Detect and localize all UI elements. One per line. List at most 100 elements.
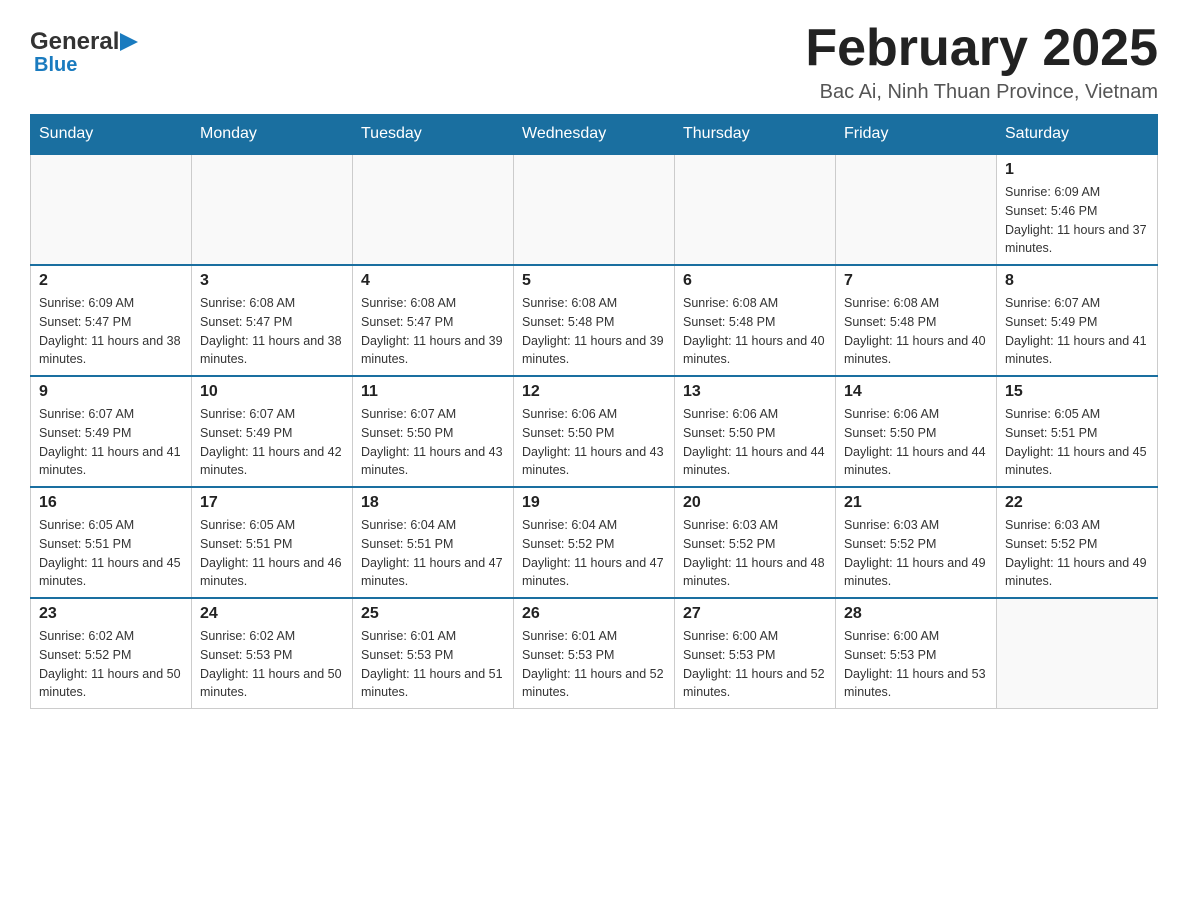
- calendar-cell-1-0: 2Sunrise: 6:09 AMSunset: 5:47 PMDaylight…: [31, 265, 192, 376]
- week-row-4: 23 Sunrise: 6:02 AMSunset: 5:52 PMDayligh…: [31, 598, 1158, 709]
- day-number: 7: [844, 272, 988, 290]
- day-number: 11: [361, 383, 505, 401]
- calendar-cell-3-2: 18 Sunrise: 6:04 AMSunset: 5:51 PMDayligh…: [353, 487, 514, 598]
- calendar-cell-4-6: [997, 598, 1158, 709]
- day-number: 16: [39, 494, 183, 512]
- day-number: 26: [522, 605, 666, 623]
- day-number: 8: [1005, 272, 1149, 290]
- page-header: General Blue February 2025 Bac Ai, Ninh …: [30, 20, 1158, 104]
- calendar-cell-2-3: 12Sunrise: 6:06 AMSunset: 5:50 PMDayligh…: [514, 376, 675, 487]
- day-number: 9: [39, 383, 183, 401]
- day-info: Sunrise: 6:07 AMSunset: 5:49 PMDaylight:…: [200, 405, 344, 480]
- day-number: 6: [683, 272, 827, 290]
- day-info: Sunrise: 6:06 AMSunset: 5:50 PMDaylight:…: [522, 405, 666, 480]
- calendar-cell-4-3: 26 Sunrise: 6:01 AMSunset: 5:53 PMDayligh…: [514, 598, 675, 709]
- week-row-0: 1 Sunrise: 6:09 AMSunset: 5:46 PMDaylight…: [31, 154, 1158, 265]
- day-number: 21: [844, 494, 988, 512]
- day-info: Sunrise: 6:06 AMSunset: 5:50 PMDaylight:…: [844, 405, 988, 480]
- day-info: Sunrise: 6:08 AMSunset: 5:47 PMDaylight:…: [200, 294, 344, 369]
- day-info: Sunrise: 6:09 AMSunset: 5:46 PMDaylight:…: [1005, 183, 1149, 258]
- week-row-3: 16 Sunrise: 6:05 AMSunset: 5:51 PMDayligh…: [31, 487, 1158, 598]
- calendar-cell-1-1: 3 Sunrise: 6:08 AMSunset: 5:47 PMDaylight…: [192, 265, 353, 376]
- day-info: Sunrise: 6:01 AMSunset: 5:53 PMDaylight:…: [522, 627, 666, 702]
- day-info: Sunrise: 6:05 AMSunset: 5:51 PMDaylight:…: [39, 516, 183, 591]
- day-number: 23: [39, 605, 183, 623]
- calendar-cell-2-1: 10 Sunrise: 6:07 AMSunset: 5:49 PMDayligh…: [192, 376, 353, 487]
- col-monday: Monday: [192, 115, 353, 155]
- logo: General Blue: [30, 28, 139, 77]
- day-number: 27: [683, 605, 827, 623]
- day-number: 25: [361, 605, 505, 623]
- calendar-cell-4-5: 28 Sunrise: 6:00 AMSunset: 5:53 PMDayligh…: [836, 598, 997, 709]
- title-block: February 2025 Bac Ai, Ninh Thuan Provinc…: [805, 20, 1158, 104]
- day-info: Sunrise: 6:05 AMSunset: 5:51 PMDaylight:…: [1005, 405, 1149, 480]
- day-info: Sunrise: 6:04 AMSunset: 5:52 PMDaylight:…: [522, 516, 666, 591]
- day-info: Sunrise: 6:02 AMSunset: 5:52 PMDaylight:…: [39, 627, 183, 702]
- day-number: 19: [522, 494, 666, 512]
- col-wednesday: Wednesday: [514, 115, 675, 155]
- calendar-cell-3-4: 20 Sunrise: 6:03 AMSunset: 5:52 PMDayligh…: [675, 487, 836, 598]
- col-friday: Friday: [836, 115, 997, 155]
- calendar-cell-3-6: 22 Sunrise: 6:03 AMSunset: 5:52 PMDayligh…: [997, 487, 1158, 598]
- calendar-cell-4-2: 25 Sunrise: 6:01 AMSunset: 5:53 PMDayligh…: [353, 598, 514, 709]
- day-info: Sunrise: 6:04 AMSunset: 5:51 PMDaylight:…: [361, 516, 505, 591]
- day-info: Sunrise: 6:08 AMSunset: 5:48 PMDaylight:…: [683, 294, 827, 369]
- page-subtitle: Bac Ai, Ninh Thuan Province, Vietnam: [805, 81, 1158, 104]
- day-info: Sunrise: 6:08 AMSunset: 5:48 PMDaylight:…: [522, 294, 666, 369]
- col-saturday: Saturday: [997, 115, 1158, 155]
- calendar-cell-2-4: 13Sunrise: 6:06 AMSunset: 5:50 PMDayligh…: [675, 376, 836, 487]
- day-info: Sunrise: 6:07 AMSunset: 5:49 PMDaylight:…: [1005, 294, 1149, 369]
- calendar-cell-2-5: 14 Sunrise: 6:06 AMSunset: 5:50 PMDayligh…: [836, 376, 997, 487]
- calendar-cell-0-4: [675, 154, 836, 265]
- calendar-cell-1-3: 5 Sunrise: 6:08 AMSunset: 5:48 PMDaylight…: [514, 265, 675, 376]
- calendar-cell-3-3: 19 Sunrise: 6:04 AMSunset: 5:52 PMDayligh…: [514, 487, 675, 598]
- calendar-cell-0-3: [514, 154, 675, 265]
- calendar-cell-3-0: 16 Sunrise: 6:05 AMSunset: 5:51 PMDayligh…: [31, 487, 192, 598]
- calendar-cell-3-1: 17Sunrise: 6:05 AMSunset: 5:51 PMDayligh…: [192, 487, 353, 598]
- day-info: Sunrise: 6:07 AMSunset: 5:49 PMDaylight:…: [39, 405, 183, 480]
- logo-general: General: [30, 28, 119, 56]
- day-number: 10: [200, 383, 344, 401]
- calendar-header-row: Sunday Monday Tuesday Wednesday Thursday…: [31, 115, 1158, 155]
- calendar-cell-4-1: 24Sunrise: 6:02 AMSunset: 5:53 PMDayligh…: [192, 598, 353, 709]
- day-info: Sunrise: 6:00 AMSunset: 5:53 PMDaylight:…: [844, 627, 988, 702]
- col-tuesday: Tuesday: [353, 115, 514, 155]
- day-info: Sunrise: 6:03 AMSunset: 5:52 PMDaylight:…: [683, 516, 827, 591]
- calendar-cell-0-0: [31, 154, 192, 265]
- calendar-cell-4-4: 27Sunrise: 6:00 AMSunset: 5:53 PMDayligh…: [675, 598, 836, 709]
- day-number: 1: [1005, 161, 1149, 179]
- day-number: 15: [1005, 383, 1149, 401]
- calendar-cell-4-0: 23 Sunrise: 6:02 AMSunset: 5:52 PMDayligh…: [31, 598, 192, 709]
- col-sunday: Sunday: [31, 115, 192, 155]
- logo-triangle-icon: [120, 33, 138, 51]
- week-row-1: 2Sunrise: 6:09 AMSunset: 5:47 PMDaylight…: [31, 265, 1158, 376]
- day-info: Sunrise: 6:08 AMSunset: 5:47 PMDaylight:…: [361, 294, 505, 369]
- calendar-cell-2-2: 11 Sunrise: 6:07 AMSunset: 5:50 PMDayligh…: [353, 376, 514, 487]
- day-info: Sunrise: 6:08 AMSunset: 5:48 PMDaylight:…: [844, 294, 988, 369]
- col-thursday: Thursday: [675, 115, 836, 155]
- calendar-cell-1-4: 6 Sunrise: 6:08 AMSunset: 5:48 PMDaylight…: [675, 265, 836, 376]
- calendar-cell-0-1: [192, 154, 353, 265]
- calendar-table: Sunday Monday Tuesday Wednesday Thursday…: [30, 114, 1158, 709]
- day-info: Sunrise: 6:03 AMSunset: 5:52 PMDaylight:…: [1005, 516, 1149, 591]
- day-number: 22: [1005, 494, 1149, 512]
- day-number: 5: [522, 272, 666, 290]
- page-title: February 2025: [805, 20, 1158, 77]
- day-info: Sunrise: 6:09 AMSunset: 5:47 PMDaylight:…: [39, 294, 183, 369]
- calendar-cell-2-0: 9 Sunrise: 6:07 AMSunset: 5:49 PMDaylight…: [31, 376, 192, 487]
- calendar-cell-1-5: 7 Sunrise: 6:08 AMSunset: 5:48 PMDaylight…: [836, 265, 997, 376]
- calendar-cell-1-2: 4Sunrise: 6:08 AMSunset: 5:47 PMDaylight…: [353, 265, 514, 376]
- calendar-cell-2-6: 15 Sunrise: 6:05 AMSunset: 5:51 PMDayligh…: [997, 376, 1158, 487]
- day-number: 3: [200, 272, 344, 290]
- day-number: 14: [844, 383, 988, 401]
- day-number: 13: [683, 383, 827, 401]
- day-info: Sunrise: 6:05 AMSunset: 5:51 PMDaylight:…: [200, 516, 344, 591]
- day-number: 18: [361, 494, 505, 512]
- calendar-cell-0-6: 1 Sunrise: 6:09 AMSunset: 5:46 PMDaylight…: [997, 154, 1158, 265]
- day-info: Sunrise: 6:01 AMSunset: 5:53 PMDaylight:…: [361, 627, 505, 702]
- day-number: 28: [844, 605, 988, 623]
- day-number: 20: [683, 494, 827, 512]
- day-info: Sunrise: 6:02 AMSunset: 5:53 PMDaylight:…: [200, 627, 344, 702]
- calendar-cell-1-6: 8 Sunrise: 6:07 AMSunset: 5:49 PMDaylight…: [997, 265, 1158, 376]
- day-info: Sunrise: 6:07 AMSunset: 5:50 PMDaylight:…: [361, 405, 505, 480]
